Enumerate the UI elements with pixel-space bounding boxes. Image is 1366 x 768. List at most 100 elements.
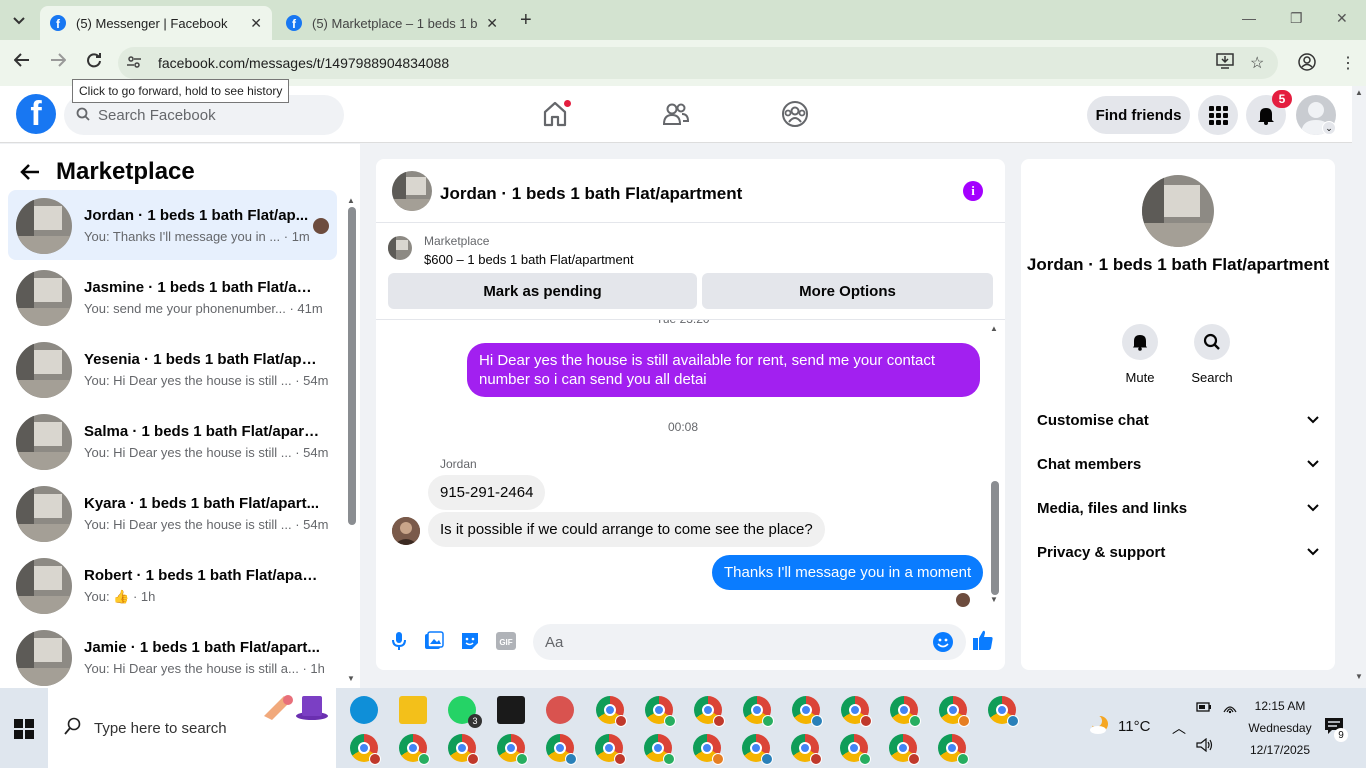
chrome-profile-icon[interactable] (645, 696, 676, 727)
gif-icon[interactable]: GIF (495, 630, 517, 652)
wifi-icon[interactable] (1222, 700, 1238, 719)
photo-attach-icon[interactable] (423, 630, 445, 652)
mute-button[interactable]: Mute (1110, 324, 1170, 385)
outgoing-message-bubble[interactable]: Hi Dear yes the house is still available… (467, 343, 980, 397)
chrome-profile-icon[interactable] (938, 734, 969, 765)
info-icon[interactable]: i (963, 181, 983, 201)
back-arrow-icon[interactable] (20, 161, 40, 187)
microphone-icon[interactable] (388, 630, 410, 652)
media-files-links-section[interactable]: Media, files and links (1037, 493, 1319, 523)
scroll-down-icon[interactable]: ▼ (347, 674, 355, 683)
conversation-item[interactable]: Jasmine · 1 beds 1 bath Flat/apar... You:… (8, 262, 337, 332)
chrome-profile-icon[interactable] (693, 734, 724, 765)
chat-scrollbar-thumb[interactable] (991, 481, 999, 595)
listing-price-title[interactable]: $600 – 1 beds 1 bath Flat/apartment (424, 252, 634, 267)
chrome-profile-icon[interactable] (350, 734, 381, 765)
scroll-down-icon[interactable]: ▼ (1355, 672, 1363, 681)
scroll-up-icon[interactable]: ▲ (347, 196, 355, 205)
chrome-profile-icon[interactable] (743, 696, 774, 727)
emoji-icon[interactable] (932, 631, 954, 653)
chat-avatar[interactable] (392, 171, 432, 211)
forward-icon[interactable] (50, 52, 67, 73)
outgoing-message-bubble[interactable]: Thanks I'll message you in a moment (712, 555, 984, 590)
tab-marketplace[interactable]: f (5) Marketplace – 1 beds 1 bath ✕ (276, 6, 508, 40)
groups-icon[interactable] (781, 100, 811, 130)
message-input[interactable]: Aa (533, 624, 966, 660)
snipping-tool-icon[interactable] (546, 696, 574, 724)
profile-icon[interactable] (1298, 53, 1316, 76)
facebook-logo-icon[interactable]: f (16, 94, 56, 134)
chrome-profile-icon[interactable] (742, 734, 773, 765)
install-app-icon[interactable] (1216, 53, 1234, 74)
sender-avatar[interactable] (392, 517, 420, 545)
file-explorer-icon[interactable] (399, 696, 427, 724)
chrome-profile-icon[interactable] (595, 734, 626, 765)
whatsapp-icon[interactable]: 3 (448, 696, 482, 728)
account-chevron-icon[interactable]: ⌄ (1322, 121, 1336, 135)
conversation-item[interactable]: Robert · 1 beds 1 bath Flat/apart... You:… (8, 550, 337, 620)
incoming-message-bubble[interactable]: 915-291-2464 (428, 475, 546, 510)
browser-menu-icon[interactable]: ⋮ (1340, 53, 1356, 73)
menu-grid-icon[interactable] (1198, 95, 1238, 135)
clock-date[interactable]: 12/17/2025 (1240, 743, 1320, 757)
chrome-profile-icon[interactable] (840, 734, 871, 765)
sticky-notes-icon[interactable] (497, 696, 525, 724)
scroll-down-icon[interactable]: ▼ (990, 595, 998, 604)
close-window-icon[interactable]: ✕ (1336, 10, 1348, 27)
chrome-profile-icon[interactable] (694, 696, 725, 727)
chat-members-section[interactable]: Chat members (1037, 449, 1319, 479)
find-friends-button[interactable]: Find friends (1087, 96, 1190, 134)
chrome-profile-icon[interactable] (596, 696, 627, 727)
url-text[interactable]: facebook.com/messages/t/1497988904834088 (158, 55, 449, 71)
chrome-profile-icon[interactable] (939, 696, 970, 727)
show-hidden-icons-icon[interactable]: ︿ (1172, 718, 1186, 738)
edge-icon[interactable] (350, 696, 378, 724)
conversation-item[interactable]: Yesenia · 1 beds 1 bath Flat/apar... You:… (8, 334, 337, 404)
site-info-icon[interactable] (126, 54, 142, 73)
clock-day[interactable]: Wednesday (1240, 721, 1320, 735)
like-thumb-icon[interactable] (972, 629, 994, 651)
chrome-profile-icon[interactable] (399, 734, 430, 765)
scroll-up-icon[interactable]: ▲ (1355, 88, 1363, 97)
tab-messenger[interactable]: f (5) Messenger | Facebook ✕ (40, 6, 272, 40)
battery-icon[interactable] (1196, 700, 1212, 718)
chrome-profile-icon[interactable] (889, 734, 920, 765)
chrome-profile-icon[interactable] (448, 734, 479, 765)
minimize-icon[interactable]: — (1242, 10, 1256, 26)
conversation-item[interactable]: Kyara · 1 beds 1 bath Flat/apart... You: … (8, 478, 337, 548)
chrome-profile-icon[interactable] (546, 734, 577, 765)
chrome-profile-icon[interactable] (644, 734, 675, 765)
conversation-item[interactable]: Salma · 1 beds 1 bath Flat/apart... You: … (8, 406, 337, 476)
new-tab-icon[interactable]: + (520, 9, 532, 32)
scroll-up-icon[interactable]: ▲ (990, 324, 998, 333)
incoming-message-bubble[interactable]: Is it possible if we could arrange to co… (428, 512, 825, 547)
close-tab-icon[interactable]: ✕ (250, 15, 262, 32)
friends-icon[interactable] (662, 100, 692, 130)
mark-as-pending-button[interactable]: Mark as pending (388, 273, 697, 309)
conversation-scrollbar-thumb[interactable] (348, 207, 356, 525)
sticker-icon[interactable] (459, 630, 481, 652)
chrome-profile-icon[interactable] (890, 696, 921, 727)
conversation-item[interactable]: Jamie · 1 beds 1 bath Flat/apart... You: … (8, 622, 337, 692)
windows-start-icon[interactable] (14, 719, 34, 739)
clock-time[interactable]: 12:15 AM (1240, 699, 1320, 713)
close-tab-icon[interactable]: ✕ (486, 15, 498, 32)
search-in-chat-button[interactable]: Search (1182, 324, 1242, 385)
more-options-button[interactable]: More Options (702, 273, 993, 309)
restore-icon[interactable]: ❐ (1290, 10, 1303, 27)
privacy-support-section[interactable]: Privacy & support (1037, 537, 1319, 567)
bookmark-star-icon[interactable]: ☆ (1250, 53, 1264, 73)
conversation-item[interactable]: Jordan · 1 beds 1 bath Flat/ap... You: Th… (8, 190, 337, 260)
reload-icon[interactable] (86, 52, 102, 73)
customise-chat-section[interactable]: Customise chat (1037, 405, 1319, 435)
chrome-profile-icon[interactable] (988, 696, 1019, 727)
chat-title[interactable]: Jordan · 1 beds 1 bath Flat/apartment (440, 184, 742, 204)
contact-avatar[interactable] (1142, 175, 1214, 247)
chrome-profile-icon[interactable] (791, 734, 822, 765)
taskbar-search-input[interactable]: Type here to search (48, 688, 336, 768)
chrome-profile-icon[interactable] (841, 696, 872, 727)
weather-widget[interactable]: 11°C (1090, 715, 1150, 735)
back-icon[interactable] (13, 52, 30, 73)
listing-thumbnail[interactable] (388, 236, 412, 260)
chrome-profile-icon[interactable] (792, 696, 823, 727)
